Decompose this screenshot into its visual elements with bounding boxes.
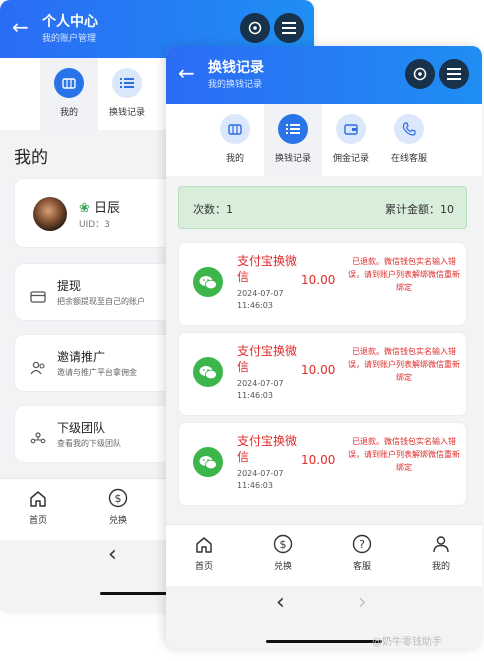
help-icon: ? [351, 533, 373, 555]
username-text: 日辰 [94, 201, 121, 216]
dollar-coin-icon: $ [107, 487, 129, 509]
menu-title: 邀请推广 [57, 350, 106, 364]
nav-label: 首页 [194, 562, 213, 572]
capsule-refresh-icon[interactable] [240, 13, 270, 43]
nav-home[interactable]: 首页 [12, 479, 64, 541]
nav-label: 首页 [28, 516, 47, 526]
nav-mine[interactable]: 我的 [415, 525, 467, 587]
user-id: UID：3 [79, 220, 110, 230]
menu-title: 下级团队 [57, 421, 106, 435]
tab-online-support[interactable]: 在线客服 [380, 104, 438, 176]
stage: ← 个人中心 我的账户管理 我的 换钱记录 我的 ❀ 日辰 UID：3 提现 把… [0, 0, 484, 661]
record-amount: 10.00 [301, 273, 336, 287]
home-icon [27, 487, 49, 509]
tab-exchange-records[interactable]: 换钱记录 [98, 58, 156, 130]
capsule-refresh-icon[interactable] [405, 59, 435, 89]
home-icon [193, 533, 215, 555]
record-status: 已退款。微信钱包实名输入错误，请到账户列表解绑微信重新绑定 [348, 257, 460, 292]
back-arrow-icon[interactable]: ← [178, 62, 195, 84]
people-icon [29, 359, 47, 377]
nav-label: 我的 [431, 562, 450, 572]
record-status: 已退款。微信钱包实名输入错误，请到账户列表解绑微信重新绑定 [348, 347, 460, 382]
section-title: 我的 [14, 148, 48, 168]
record-status: 已退款。微信钱包实名输入错误，请到账户列表解绑微信重新绑定 [348, 437, 460, 472]
svg-text:$: $ [280, 538, 287, 551]
menu-desc: 把余额提现至自己的账户 [57, 297, 145, 306]
nav-home[interactable]: 首页 [178, 525, 230, 587]
nav-label: 兑换 [273, 562, 292, 572]
wechat-icon [193, 447, 223, 477]
list-icon [112, 68, 142, 98]
total-amount: 累计金额：10 [385, 203, 454, 216]
tab-label: 换钱记录 [108, 108, 145, 118]
page-title: 换钱记录 [208, 60, 264, 76]
svg-text:$: $ [115, 492, 122, 505]
team-icon [29, 430, 47, 448]
nav-exchange[interactable]: $ 兑换 [257, 525, 309, 587]
tab-mine[interactable]: 我的 [206, 104, 264, 176]
record-time: 2024-07-07 11:46:03 [237, 469, 284, 490]
tab-bar: 我的 换钱记录 佣金记录 在线客服 [166, 104, 482, 176]
record-amount: 10.00 [301, 363, 336, 377]
exchange-records-screen: ← 换钱记录 我的换钱记录 我的 换钱记录 佣金记录 在线客服 次数：1 累计金… [166, 46, 482, 648]
record-count: 次数：1 [193, 203, 233, 216]
nav-customer-service[interactable]: ? 客服 [336, 525, 388, 587]
tab-mine[interactable]: 我的 [40, 58, 98, 130]
dollar-coin-icon: $ [272, 533, 294, 555]
nav-label: 兑换 [108, 516, 127, 526]
tab-label: 换钱记录 [274, 154, 311, 164]
nav-label: 客服 [352, 562, 371, 572]
record-card[interactable]: 支付宝换微信 2024-07-07 11:46:03 10.00 已退款。微信钱… [178, 422, 467, 506]
person-icon [430, 533, 452, 555]
tab-label: 在线客服 [390, 154, 427, 164]
record-card[interactable]: 支付宝换微信 2024-07-07 11:46:03 10.00 已退款。微信钱… [178, 242, 467, 326]
record-title: 支付宝换微信 [237, 254, 298, 284]
record-time: 2024-07-07 11:46:03 [237, 379, 284, 400]
system-back-icon[interactable]: ‹ [276, 590, 285, 615]
svg-text:?: ? [359, 538, 365, 551]
bottom-nav: 首页 $ 兑换 ? 客服 我的 [166, 524, 482, 586]
wechat-icon [193, 267, 223, 297]
card-icon [29, 288, 47, 306]
menu-desc: 邀请与推广平台拿佣金 [57, 368, 137, 377]
tab-label: 我的 [225, 154, 244, 164]
home-indicator[interactable] [266, 640, 382, 643]
wechat-icon [193, 357, 223, 387]
page-subtitle: 我的账户管理 [42, 34, 97, 44]
tab-label: 我的 [59, 108, 78, 118]
summary-bar: 次数：1 累计金额：10 [178, 186, 467, 229]
back-arrow-icon[interactable]: ← [12, 16, 29, 38]
record-time: 2024-07-07 11:46:03 [237, 289, 284, 310]
record-card[interactable]: 支付宝换微信 2024-07-07 11:46:03 10.00 已退款。微信钱… [178, 332, 467, 416]
menu-icon[interactable] [439, 59, 469, 89]
system-forward-icon[interactable]: › [358, 590, 367, 615]
wallet-icon [54, 68, 84, 98]
header-bar: ← 换钱记录 我的换钱记录 [166, 46, 482, 104]
record-title: 支付宝换微信 [237, 434, 298, 464]
nav-exchange[interactable]: $ 兑换 [92, 479, 144, 541]
phone-icon [394, 114, 424, 144]
record-amount: 10.00 [301, 453, 336, 467]
system-back-icon[interactable]: ‹ [108, 542, 117, 567]
record-title: 支付宝换微信 [237, 344, 298, 374]
list-icon [278, 114, 308, 144]
menu-desc: 查看我的下级团队 [57, 439, 121, 448]
tab-label: 佣金记录 [332, 154, 369, 164]
wallet-icon [220, 114, 250, 144]
tab-exchange-records[interactable]: 换钱记录 [264, 104, 322, 176]
username: ❀ 日辰 [79, 197, 120, 216]
avatar [33, 197, 67, 231]
page-title: 个人中心 [42, 14, 98, 30]
purse-icon [336, 114, 366, 144]
menu-title: 提现 [57, 279, 82, 293]
tab-commission-records[interactable]: 佣金记录 [322, 104, 380, 176]
watermark: @奶牛零钱助手 [372, 637, 442, 648]
page-subtitle: 我的换钱记录 [208, 80, 263, 90]
menu-icon[interactable] [274, 13, 304, 43]
sprout-icon: ❀ [79, 201, 90, 216]
